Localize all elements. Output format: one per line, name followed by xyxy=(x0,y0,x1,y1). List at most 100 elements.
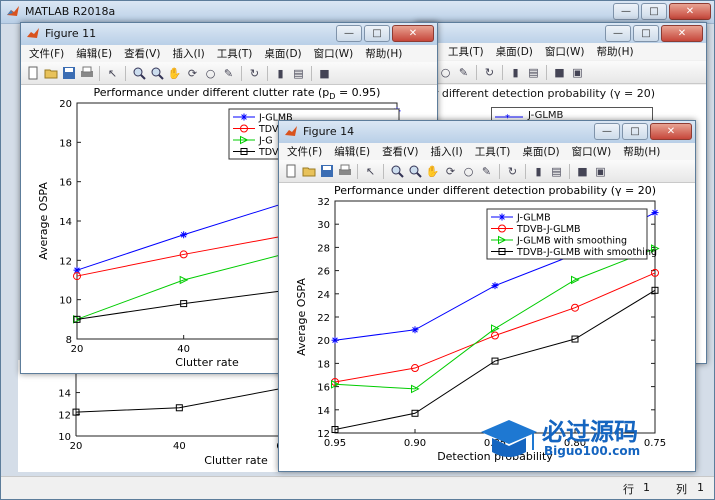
x-tick-label: 0.90 xyxy=(404,438,426,449)
status-col-value: 1 xyxy=(697,481,704,494)
x-tick-label: 0.95 xyxy=(324,438,346,449)
pan-icon[interactable]: ✋ xyxy=(425,164,440,179)
print-icon[interactable] xyxy=(79,66,94,81)
zoom-out-icon[interactable] xyxy=(149,66,164,81)
menu-help[interactable]: 帮助(H) xyxy=(596,44,633,59)
legend-icon[interactable]: ▤ xyxy=(291,66,306,81)
y-tick-label: 14 xyxy=(59,217,72,228)
y-tick-label: 22 xyxy=(317,313,330,324)
figure-back-menubar: 工具(T) 桌面(D) 窗口(W) 帮助(H) xyxy=(416,43,706,60)
status-row-label: 行 xyxy=(623,483,634,496)
zoom-in-icon[interactable] xyxy=(131,66,146,81)
menu-tools[interactable]: 工具(T) xyxy=(448,44,484,59)
figure-back-close-button[interactable]: ✕ xyxy=(661,25,703,42)
save-icon[interactable] xyxy=(61,66,76,81)
print-icon[interactable] xyxy=(337,164,352,179)
brush-icon[interactable]: ✎ xyxy=(479,164,494,179)
main-maximize-button[interactable]: □ xyxy=(641,3,667,20)
matlab-logo-icon xyxy=(7,6,19,16)
menu-file[interactable]: 文件(F) xyxy=(29,46,64,61)
main-close-button[interactable]: ✕ xyxy=(669,3,711,20)
menu-file[interactable]: 文件(F) xyxy=(287,144,322,159)
zoom-out-icon[interactable] xyxy=(407,164,422,179)
menu-tools[interactable]: 工具(T) xyxy=(217,46,253,61)
menu-edit[interactable]: 编辑(E) xyxy=(334,144,370,159)
hide-plot-tools-icon[interactable]: ■ xyxy=(552,65,567,80)
menu-insert[interactable]: 插入(I) xyxy=(172,46,204,61)
rotate-icon[interactable]: ⟳ xyxy=(185,66,200,81)
y-tick-label: 12 xyxy=(58,410,71,421)
new-figure-icon[interactable] xyxy=(25,66,40,81)
data-cursor-icon[interactable]: ○ xyxy=(461,164,476,179)
zoom-in-icon[interactable] xyxy=(389,164,404,179)
y-tick-label: 20 xyxy=(59,99,72,110)
pan-icon[interactable]: ✋ xyxy=(167,66,182,81)
link-icon[interactable]: ↻ xyxy=(482,65,497,80)
legend-label: TDVB-J-GLMB xyxy=(516,224,581,235)
legend-label: TDV xyxy=(258,147,279,158)
hide-plot-tools-icon[interactable]: ■ xyxy=(317,66,332,81)
menu-window[interactable]: 窗口(W) xyxy=(572,144,612,159)
menu-help[interactable]: 帮助(H) xyxy=(365,46,402,61)
figure-14-titlebar: Figure 14 — □ ✕ xyxy=(279,121,695,144)
link-icon[interactable]: ↻ xyxy=(247,66,262,81)
pointer-icon[interactable]: ↖ xyxy=(363,164,378,179)
menu-insert[interactable]: 插入(I) xyxy=(430,144,462,159)
menu-view[interactable]: 查看(V) xyxy=(124,46,160,61)
save-icon[interactable] xyxy=(319,164,334,179)
open-folder-icon[interactable] xyxy=(301,164,316,179)
link-icon[interactable]: ↻ xyxy=(505,164,520,179)
watermark: 必过源码 Biguo100.com xyxy=(478,412,688,466)
open-folder-icon[interactable] xyxy=(43,66,58,81)
status-row-value: 1 xyxy=(643,481,650,494)
new-figure-icon[interactable] xyxy=(283,164,298,179)
menu-help[interactable]: 帮助(H) xyxy=(623,144,660,159)
colorbar-icon[interactable]: ▮ xyxy=(508,65,523,80)
main-titlebar: MATLAB R2018a — □ ✕ xyxy=(1,1,714,24)
menu-window[interactable]: 窗口(W) xyxy=(545,44,585,59)
x-axis-label: Clutter rate xyxy=(204,454,268,467)
figure-back-minimize-button[interactable]: — xyxy=(605,25,631,42)
x-axis-label: Clutter rate xyxy=(175,356,239,369)
menu-desktop[interactable]: 桌面(D) xyxy=(522,144,559,159)
graduation-cap-icon xyxy=(481,420,537,457)
legend-icon[interactable]: ▤ xyxy=(549,164,564,179)
show-plot-tools-icon[interactable]: ▣ xyxy=(593,164,608,179)
menu-tools[interactable]: 工具(T) xyxy=(475,144,511,159)
figure-11-title: Figure 11 xyxy=(45,27,97,40)
menu-edit[interactable]: 编辑(E) xyxy=(76,46,112,61)
colorbar-icon[interactable]: ▮ xyxy=(273,66,288,81)
legend-label: J-G xyxy=(258,136,273,147)
figure-11-minimize-button[interactable]: — xyxy=(336,25,362,42)
legend-label: TDV xyxy=(258,124,279,135)
menu-view[interactable]: 查看(V) xyxy=(382,144,418,159)
y-tick-label: 16 xyxy=(317,383,330,394)
main-minimize-button[interactable]: — xyxy=(613,3,639,20)
brush-icon[interactable]: ✎ xyxy=(221,66,236,81)
x-tick-label: 20 xyxy=(71,344,84,355)
figure-14-close-button[interactable]: ✕ xyxy=(650,123,692,140)
brush-icon[interactable]: ✎ xyxy=(456,65,471,80)
figure-back-maximize-button[interactable]: □ xyxy=(633,25,659,42)
pointer-icon[interactable]: ↖ xyxy=(105,66,120,81)
figure-14-toolbar: ↖ ✋ ⟳ ○ ✎ ↻ ▮ ▤ ■ ▣ xyxy=(279,160,695,183)
data-cursor-icon[interactable]: ○ xyxy=(203,66,218,81)
figure-14-maximize-button[interactable]: □ xyxy=(622,123,648,140)
colorbar-icon[interactable]: ▮ xyxy=(531,164,546,179)
x-tick-label: 40 xyxy=(177,344,190,355)
y-tick-label: 28 xyxy=(317,243,330,254)
figure-icon xyxy=(285,126,297,136)
hide-plot-tools-icon[interactable]: ■ xyxy=(575,164,590,179)
menu-desktop[interactable]: 桌面(D) xyxy=(496,44,533,59)
y-tick-label: 14 xyxy=(317,406,330,417)
legend-icon[interactable]: ▤ xyxy=(526,65,541,80)
figure-back-title: ler different detection probability (γ =… xyxy=(424,87,655,100)
figure-11-close-button[interactable]: ✕ xyxy=(392,25,434,42)
rotate-icon[interactable]: ⟳ xyxy=(443,164,458,179)
menu-desktop[interactable]: 桌面(D) xyxy=(264,46,301,61)
data-cursor-icon[interactable]: ○ xyxy=(438,65,453,80)
figure-11-maximize-button[interactable]: □ xyxy=(364,25,390,42)
menu-window[interactable]: 窗口(W) xyxy=(314,46,354,61)
figure-14-minimize-button[interactable]: — xyxy=(594,123,620,140)
show-plot-tools-icon[interactable]: ▣ xyxy=(570,65,585,80)
